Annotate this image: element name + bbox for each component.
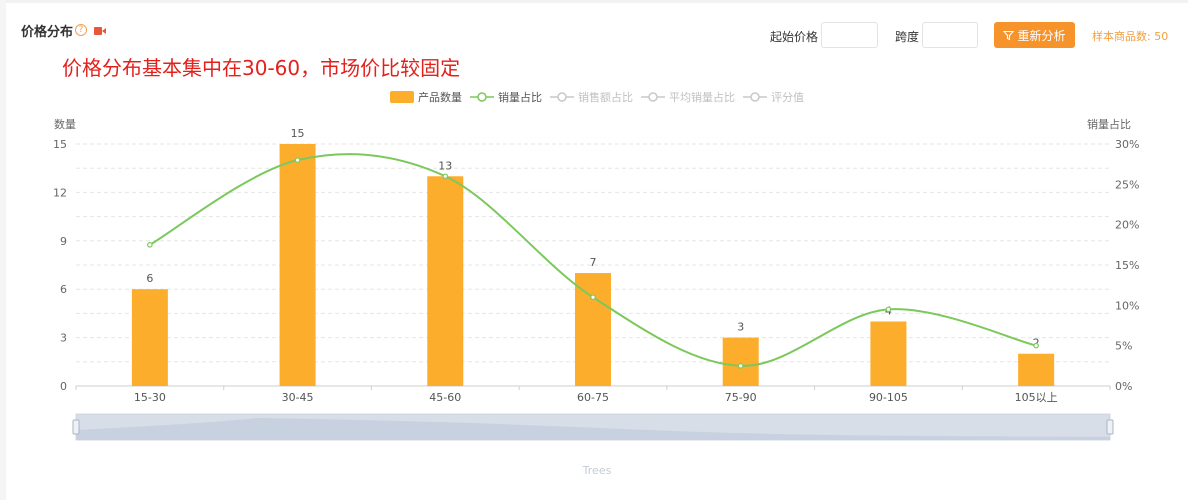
y-right-tick-label: 10% [1115, 299, 1139, 312]
legend-swatch-marker [477, 92, 487, 102]
x-tick-label: 90-105 [869, 391, 908, 404]
bar [427, 176, 464, 386]
legend-item-label[interactable]: 平均销量占比 [669, 90, 735, 104]
datazoom-handle[interactable] [72, 419, 80, 435]
y-right-tick-label: 5% [1115, 340, 1132, 353]
y-left-tick-label: 12 [53, 186, 67, 199]
sales-share-point [885, 306, 892, 313]
x-tick-label: 15-30 [134, 391, 166, 404]
legend-item-label[interactable]: 销量占比 [498, 90, 542, 104]
bar-value-label: 15 [291, 127, 305, 140]
datazoom-selection [76, 414, 1110, 440]
y-left-tick-label: 6 [60, 283, 67, 296]
legend-swatch-marker [648, 92, 658, 102]
bar-value-label: 7 [590, 256, 597, 269]
sales-share-point [737, 363, 744, 369]
legend-swatch [390, 91, 414, 103]
x-tick-label: 45-60 [429, 391, 461, 404]
sales-share-point [147, 242, 153, 248]
y-right-tick-label: 20% [1115, 219, 1139, 232]
legend-item-label[interactable]: 销售额占比 [578, 90, 633, 104]
x-tick-label: 30-45 [282, 391, 314, 404]
bar [575, 273, 611, 386]
y-right-tick-label: 25% [1115, 178, 1139, 191]
bar [279, 144, 316, 386]
legend-item-label[interactable]: 产品数量 [418, 90, 462, 104]
bar-value-label: 3 [737, 321, 744, 334]
y-left-tick-label: 9 [60, 235, 67, 248]
bar-value-label: 13 [438, 159, 452, 172]
y-left-axis-label: 数量 [54, 118, 76, 131]
x-tick-label: 60-75 [577, 391, 609, 404]
price-distribution-chart: 0 3 6 9 12 15 0% 5% 10% 15% 20% 25% 30% 数量 销量占比 15-30 30… [53, 90, 1139, 477]
x-tick-label: 75-90 [725, 391, 757, 404]
legend-swatch-marker [750, 92, 760, 102]
y-right-tick-label: 0% [1115, 380, 1132, 393]
y-left-tick-label: 15 [53, 138, 67, 151]
bar [131, 289, 168, 386]
y-right-axis-label: 销量占比 [1087, 117, 1131, 131]
y-left-tick-label: 3 [60, 332, 67, 345]
y-right-tick-label: 15% [1115, 259, 1139, 272]
sales-share-point [442, 173, 449, 180]
y-right-tick-label: 30% [1115, 138, 1139, 151]
legend-swatch-marker [557, 92, 567, 102]
bar-value-label: 6 [146, 272, 153, 285]
x-tick-label: 105以上 [1015, 391, 1058, 404]
bar [870, 321, 907, 386]
legend-item-label[interactable]: 评分值 [771, 91, 804, 104]
datazoom-handle[interactable] [1106, 419, 1114, 435]
datazoom-label: Trees [582, 464, 612, 477]
y-left-tick-label: 0 [60, 380, 67, 393]
sales-share-point [1033, 342, 1039, 349]
sales-share-point [294, 157, 301, 163]
bar [722, 337, 759, 386]
sales-share-point [590, 294, 596, 301]
bar [1018, 353, 1055, 386]
